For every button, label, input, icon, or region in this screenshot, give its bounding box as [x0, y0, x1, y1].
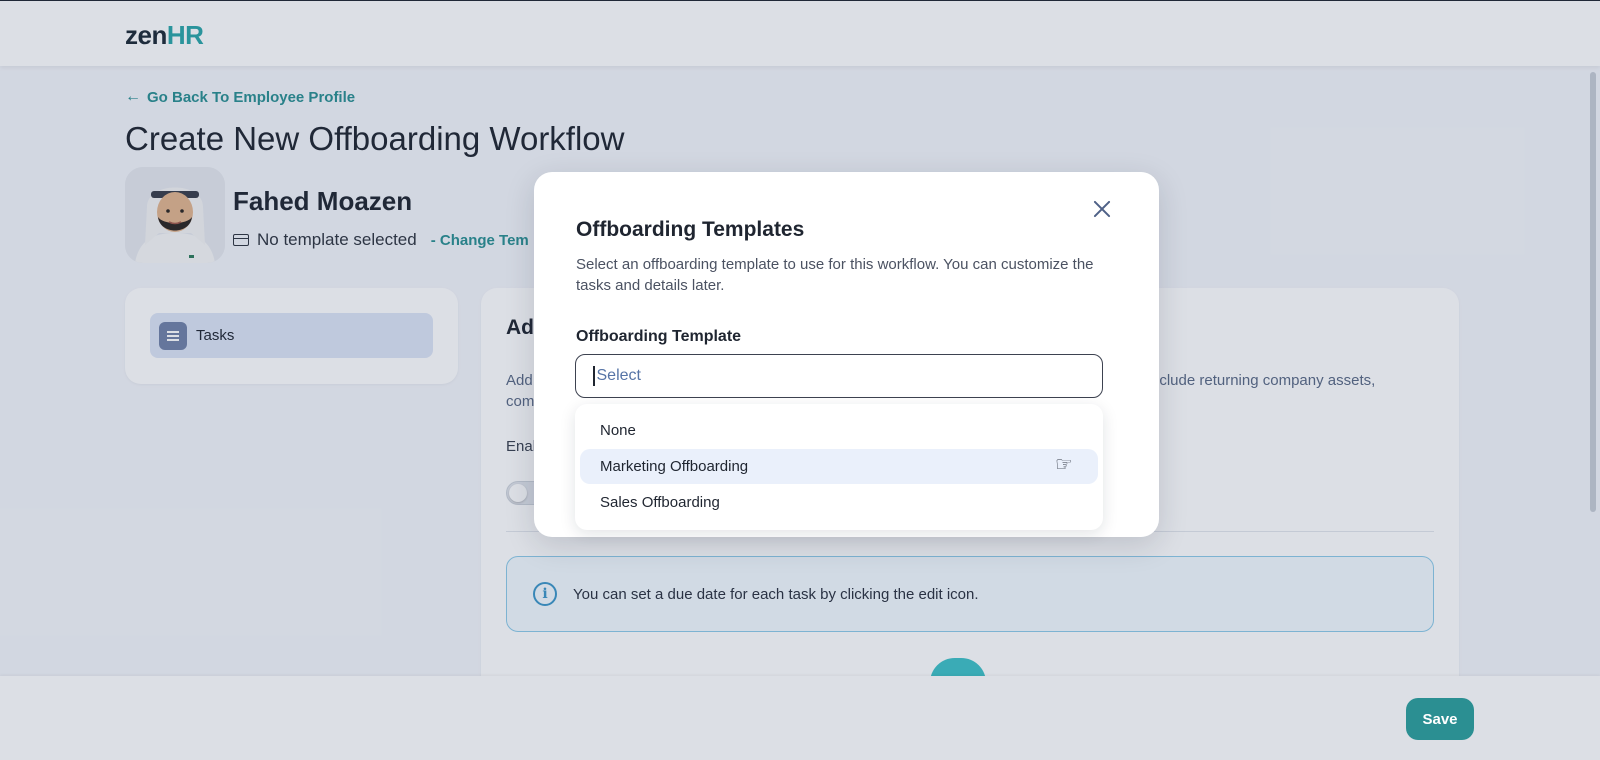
offboarding-templates-modal: Offboarding Templates Select an offboard… [534, 172, 1159, 537]
save-button[interactable]: Save [1406, 698, 1474, 740]
close-icon[interactable] [1090, 197, 1114, 221]
text-caret [593, 366, 595, 386]
modal-title: Offboarding Templates [576, 218, 805, 241]
option-marketing-offboarding[interactable]: Marketing Offboarding [580, 449, 1098, 484]
template-field-label: Offboarding Template [576, 328, 742, 345]
template-dropdown: None Marketing Offboarding Sales Offboar… [575, 404, 1103, 530]
pointer-hand-icon: ☞ [1055, 454, 1073, 476]
template-select-input[interactable]: Select [575, 354, 1103, 398]
option-sales-offboarding[interactable]: Sales Offboarding [580, 485, 1098, 520]
modal-description: Select an offboarding template to use fo… [576, 256, 1094, 294]
footer-backdrop [0, 676, 1600, 760]
select-placeholder: Select [596, 367, 641, 384]
option-none[interactable]: None [580, 413, 1098, 448]
